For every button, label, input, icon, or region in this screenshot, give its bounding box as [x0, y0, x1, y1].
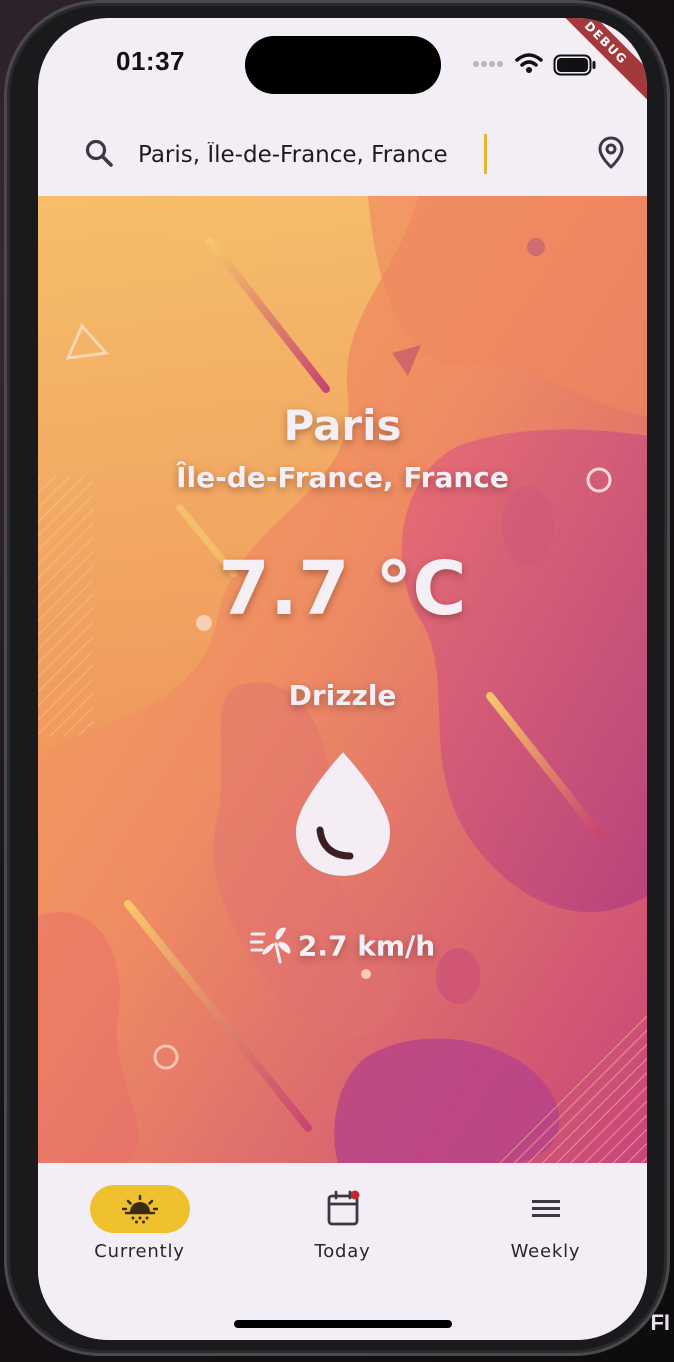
nav-indicator: [496, 1185, 596, 1233]
search-bar: [38, 116, 647, 196]
search-icon[interactable]: [84, 138, 114, 168]
weather-condition: Drizzle: [288, 679, 397, 712]
dynamic-island: [245, 36, 441, 94]
status-time: 01:37: [116, 46, 185, 76]
nav-indicator: [293, 1185, 393, 1233]
wind-speed: 2.7 km/h: [297, 929, 436, 963]
bottom-navigation: Currently Today Weekly: [38, 1163, 647, 1340]
location-search-input[interactable]: [138, 134, 558, 176]
app-screen: 01:37 DEBUG Paris, Île-de-France, France…: [38, 18, 647, 1340]
calendar-icon: [327, 1190, 359, 1226]
battery-icon: [553, 54, 596, 76]
phone-frame: 01:37 DEBUG Paris, Île-de-France, France…: [4, 0, 670, 1356]
nav-label: Currently: [94, 1241, 185, 1262]
nav-item-weekly[interactable]: Weekly: [444, 1185, 647, 1262]
nav-item-currently[interactable]: Currently: [38, 1185, 241, 1262]
home-indicator[interactable]: [234, 1320, 452, 1328]
status-bar: 01:37 DEBUG: [38, 18, 647, 116]
text-cursor: [484, 134, 487, 174]
sun-icon: [121, 1194, 158, 1224]
wind-info: 2.7 km/h: [38, 924, 647, 971]
location-pin-icon[interactable]: [598, 136, 624, 170]
temperature: 7.7 °C: [218, 546, 467, 632]
region-name: Île-de-France, France: [176, 461, 509, 494]
raindrop-icon: [295, 751, 391, 877]
cellular-signal-icon: [473, 61, 503, 67]
nav-indicator: [89, 1185, 190, 1233]
city-name: Paris: [283, 401, 402, 450]
nav-label: Today: [314, 1241, 371, 1262]
nav-label: Weekly: [510, 1241, 581, 1262]
nav-item-today[interactable]: Today: [241, 1185, 444, 1262]
list-icon: [531, 1200, 560, 1217]
wifi-icon: [515, 53, 543, 73]
wind-fan-icon: [248, 924, 294, 971]
weather-hero: Paris Île-de-France, France 7.7 °C Drizz…: [38, 196, 647, 1163]
